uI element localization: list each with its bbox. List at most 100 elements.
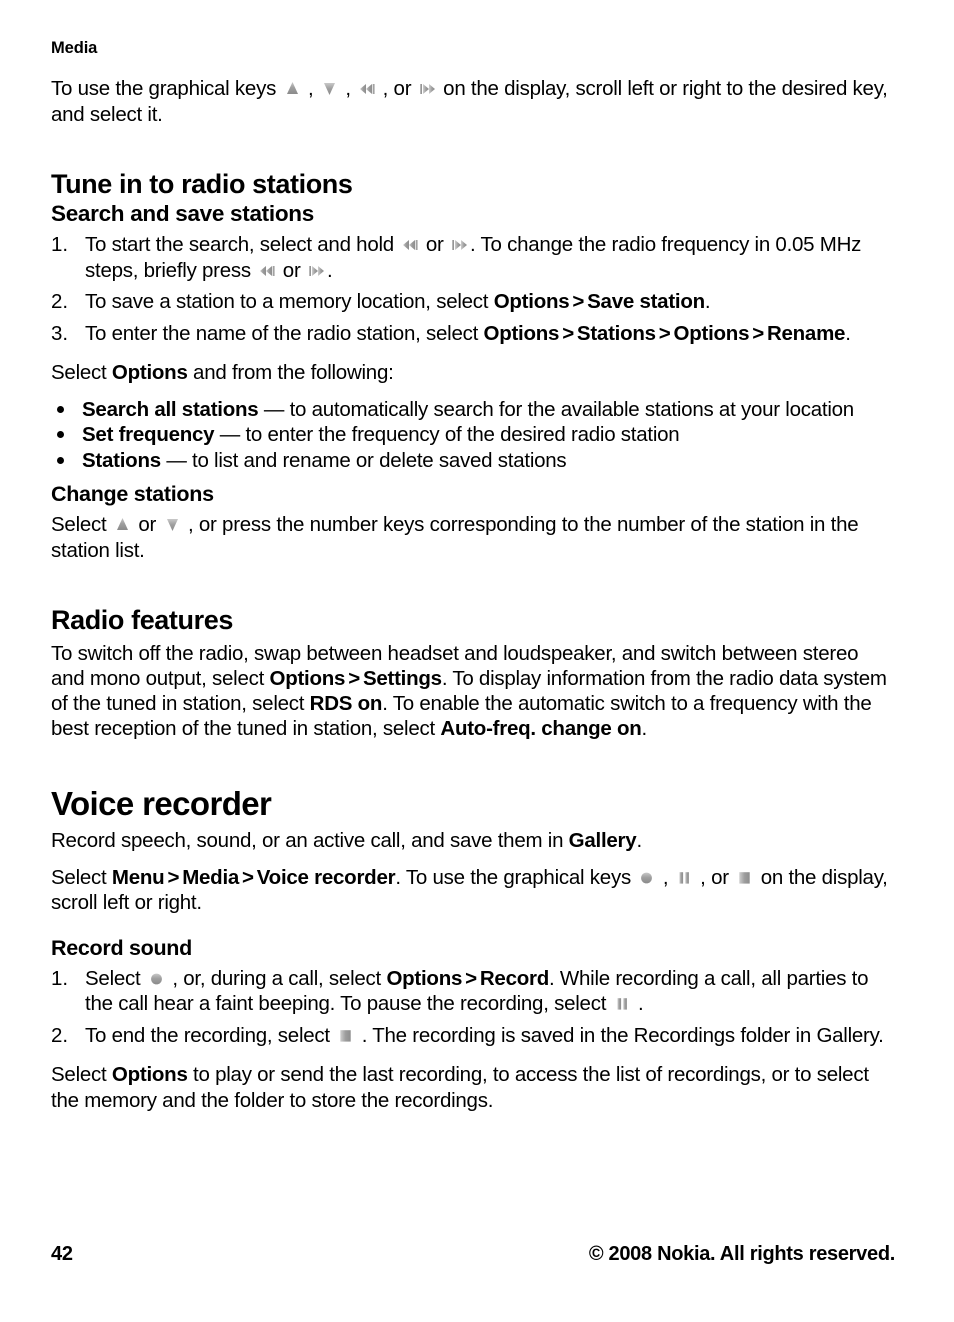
heading-record-sound: Record sound bbox=[51, 935, 192, 960]
intro-text-4: , or bbox=[377, 77, 417, 100]
heading-search-and-save-stations: Search and save stations bbox=[51, 201, 314, 226]
copyright-notice: © 2008 Nokia. All rights reserved. bbox=[588, 1243, 895, 1265]
radio-options-bullet-list: Search all stations — to automatically s… bbox=[51, 397, 896, 474]
menu-path-options: Options bbox=[483, 321, 560, 345]
step-number: 2. bbox=[51, 1023, 69, 1047]
bullet-dot-icon bbox=[57, 431, 64, 438]
heading-tune-in-to-radio-stations: Tune in to radio stations bbox=[51, 169, 353, 199]
menu-path-options-2: Options bbox=[673, 321, 750, 345]
page-content: To use the graphical keys , , , or on th… bbox=[51, 76, 896, 1124]
list-item: 2. To save a station to a memory locatio… bbox=[51, 289, 896, 315]
manual-page: Media To use the graphical keys , , , or… bbox=[51, 0, 888, 1322]
menu-path-auto-freq-change-on: Auto-freq. change on bbox=[440, 717, 642, 740]
step-number: 1. bbox=[51, 966, 69, 990]
step-text-part: Select bbox=[85, 966, 146, 990]
step-text: To start the search, select and hold or … bbox=[85, 233, 861, 282]
option-term: Stations bbox=[82, 448, 161, 472]
bullet-text: Stations — to list and rename or delete … bbox=[82, 448, 567, 472]
list-item: 3. To enter the name of the radio statio… bbox=[51, 321, 896, 347]
menu-path-rds-on: RDS on bbox=[309, 692, 383, 715]
step-text-part: . bbox=[845, 321, 851, 345]
paragraph-text: Record speech, sound, or an active call,… bbox=[51, 829, 569, 852]
path-separator: > bbox=[752, 321, 764, 345]
radio-features-paragraph: To switch off the radio, swap between he… bbox=[51, 641, 896, 741]
running-header: Media bbox=[51, 39, 98, 57]
path-separator: > bbox=[465, 966, 477, 990]
fast-forward-key-icon bbox=[418, 80, 437, 97]
paragraph-text: Select bbox=[51, 1063, 112, 1086]
step-text-part: or bbox=[277, 258, 306, 282]
heading-change-stations: Change stations bbox=[51, 482, 214, 506]
step-text: To end the recording, select . The recor… bbox=[85, 1024, 884, 1047]
path-separator: > bbox=[242, 865, 254, 889]
record-sound-steps-list: 1. Select , or, during a call, select Op… bbox=[51, 966, 896, 1049]
lead-text-2: and from the following: bbox=[187, 361, 394, 384]
fast-forward-key-icon bbox=[450, 236, 469, 253]
record-key-icon bbox=[147, 970, 166, 987]
lead-text: Select bbox=[51, 361, 112, 384]
paragraph-text: , or bbox=[694, 865, 735, 889]
menu-path-media: Media bbox=[182, 865, 240, 889]
up-triangle-key-icon bbox=[113, 516, 132, 533]
down-triangle-key-icon bbox=[320, 80, 339, 97]
step-text-part: . bbox=[632, 992, 644, 1015]
options-lead-in-paragraph: Select Options and from the following: bbox=[51, 360, 896, 386]
bullet-text: Search all stations — to automatically s… bbox=[82, 398, 854, 421]
step-text-part: . bbox=[326, 258, 333, 282]
list-item: Search all stations — to automatically s… bbox=[51, 397, 896, 423]
step-text: To save a station to a memory location, … bbox=[85, 290, 711, 313]
paragraph-text: . bbox=[641, 717, 648, 740]
step-text-part: To save a station to a memory location, … bbox=[85, 290, 494, 313]
step-text-part: . The recording is saved in the Recordin… bbox=[356, 1023, 884, 1047]
paragraph-text: or bbox=[132, 513, 162, 536]
step-number: 3. bbox=[51, 321, 69, 345]
paragraph-text: Select bbox=[51, 513, 112, 536]
step-text-part: To end the recording, select bbox=[85, 1023, 336, 1047]
list-item: Set frequency — to enter the frequency o… bbox=[51, 422, 896, 448]
path-separator: > bbox=[658, 321, 671, 345]
rewind-key-icon bbox=[357, 80, 376, 97]
path-separator: > bbox=[167, 865, 180, 889]
list-item: 2. To end the recording, select . The re… bbox=[51, 1023, 896, 1049]
stop-key-icon bbox=[735, 869, 754, 886]
pause-key-icon bbox=[613, 995, 632, 1012]
option-description: — to list and rename or delete saved sta… bbox=[160, 448, 567, 472]
record-key-icon bbox=[637, 869, 656, 886]
heading-radio-features: Radio features bbox=[51, 605, 233, 635]
voice-recorder-path-paragraph: Select Menu > Media > Voice recorder. To use… bbox=[51, 865, 896, 916]
voice-recorder-intro-paragraph: Record speech, sound, or an active call,… bbox=[51, 828, 896, 854]
path-separator: > bbox=[562, 321, 574, 345]
paragraph-text: . bbox=[636, 829, 642, 852]
menu-path-settings: Settings bbox=[362, 667, 442, 690]
menu-path-options: Options bbox=[493, 290, 570, 313]
step-text-part: . bbox=[704, 290, 711, 313]
intro-text-1: To use the graphical keys bbox=[51, 77, 282, 100]
heading-voice-recorder: Voice recorder bbox=[51, 785, 272, 822]
menu-path-rename: Rename bbox=[766, 321, 846, 345]
change-stations-paragraph: Select or , or press the number keys cor… bbox=[51, 512, 896, 563]
up-triangle-key-icon bbox=[283, 80, 302, 97]
list-item: 1. To start the search, select and hold … bbox=[51, 232, 896, 283]
menu-path-voice-recorder: Voice recorder bbox=[256, 865, 396, 889]
paragraph-text: Select bbox=[51, 865, 112, 889]
down-triangle-key-icon bbox=[163, 516, 182, 533]
step-text-part: To start the search, select and hold bbox=[85, 233, 400, 256]
search-and-save-steps-list: 1. To start the search, select and hold … bbox=[51, 232, 896, 346]
option-term: Set frequency bbox=[82, 423, 215, 446]
intro-text-3: , bbox=[339, 77, 357, 100]
step-number: 1. bbox=[51, 233, 69, 256]
page-footer: 42 © 2008 Nokia. All rights reserved. bbox=[51, 1243, 903, 1271]
rewind-key-icon bbox=[257, 262, 276, 279]
step-text: Select , or, during a call, select Optio… bbox=[85, 966, 869, 1016]
step-text-part: or bbox=[420, 233, 450, 256]
list-item: Stations — to list and rename or delete … bbox=[51, 448, 896, 474]
menu-path-options: Options bbox=[269, 667, 346, 690]
menu-path-gallery: Gallery bbox=[568, 829, 637, 852]
path-separator: > bbox=[348, 667, 360, 690]
